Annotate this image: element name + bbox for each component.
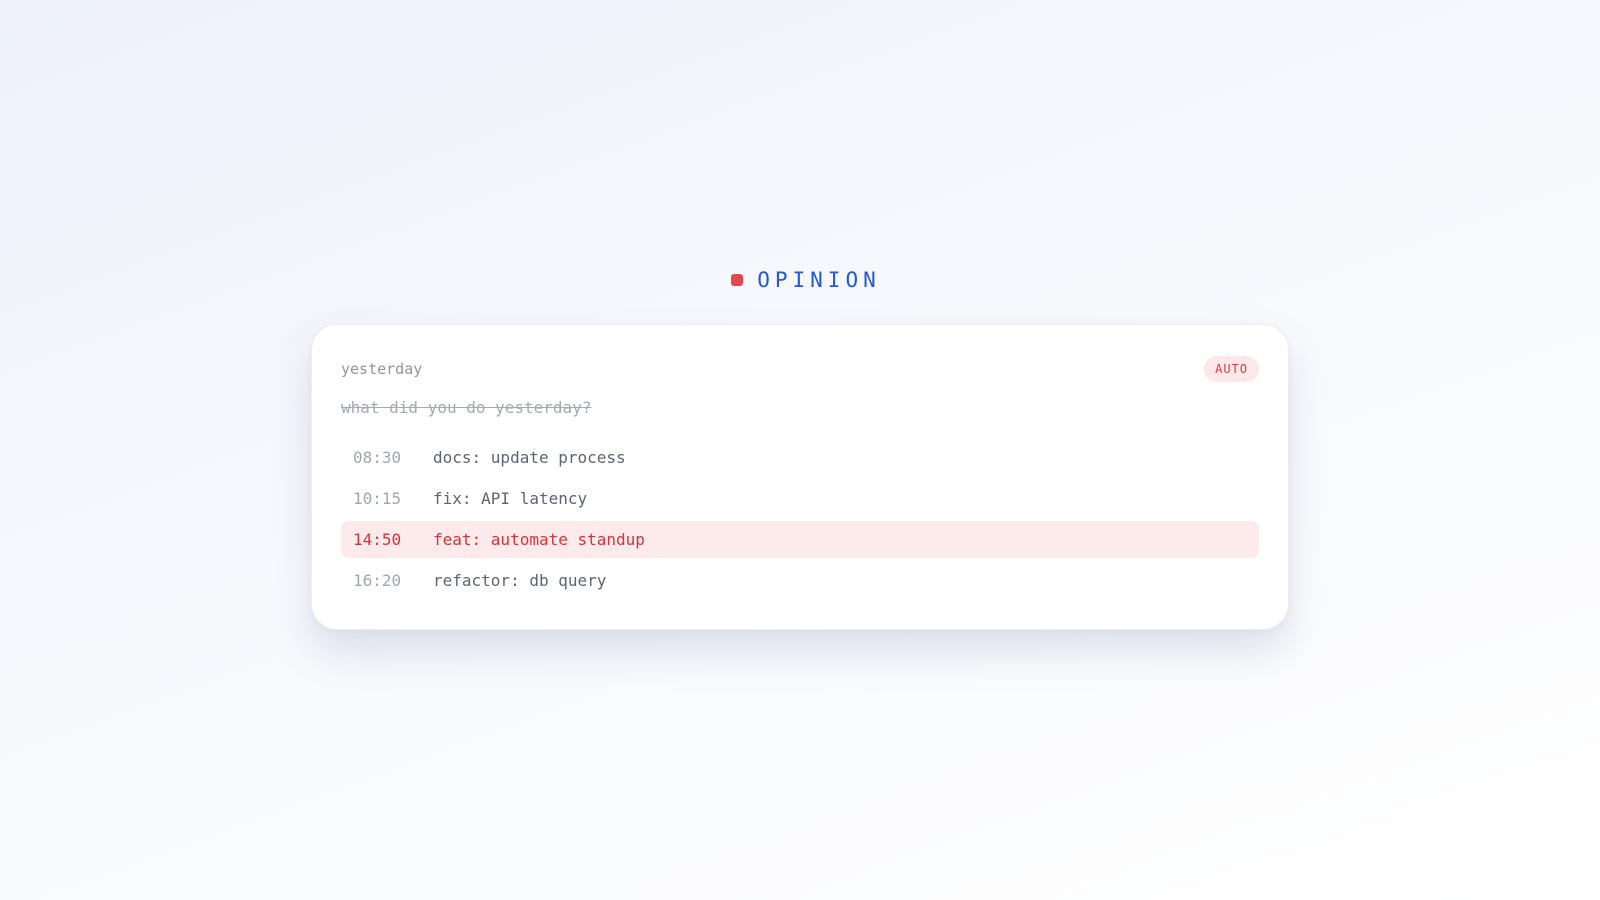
auto-badge: AUTO	[1204, 356, 1259, 382]
log-entry-time: 14:50	[353, 530, 402, 549]
log-entry-message: refactor: db query	[433, 571, 607, 590]
log-entry-highlighted[interactable]: 14:50 feat: automate standup	[341, 521, 1259, 558]
struck-question: what did you do yesterday?	[341, 398, 592, 417]
card-label: yesterday	[341, 360, 423, 378]
brand-name: OPINION	[757, 268, 881, 292]
log-entry[interactable]: 08:30 docs: update process	[341, 439, 1259, 476]
log-entry-message: feat: automate standup	[433, 530, 645, 549]
brand-header: OPINION	[0, 268, 1600, 292]
log-entry-message: fix: API latency	[433, 489, 588, 508]
log-entry-time: 16:20	[353, 571, 402, 590]
log-entry-time: 08:30	[353, 448, 402, 467]
log-entry-time: 10:15	[353, 489, 402, 508]
log-entry[interactable]: 16:20 refactor: db query	[341, 562, 1259, 599]
card-header: yesterday AUTO	[341, 355, 1259, 383]
brand-dot-icon	[731, 274, 744, 286]
activity-log: 08:30 docs: update process 10:15 fix: AP…	[341, 439, 1259, 603]
standup-card: yesterday AUTO what did you do yesterday…	[311, 324, 1289, 630]
log-entry[interactable]: 10:15 fix: API latency	[341, 480, 1259, 517]
log-entry-message: docs: update process	[433, 448, 626, 467]
